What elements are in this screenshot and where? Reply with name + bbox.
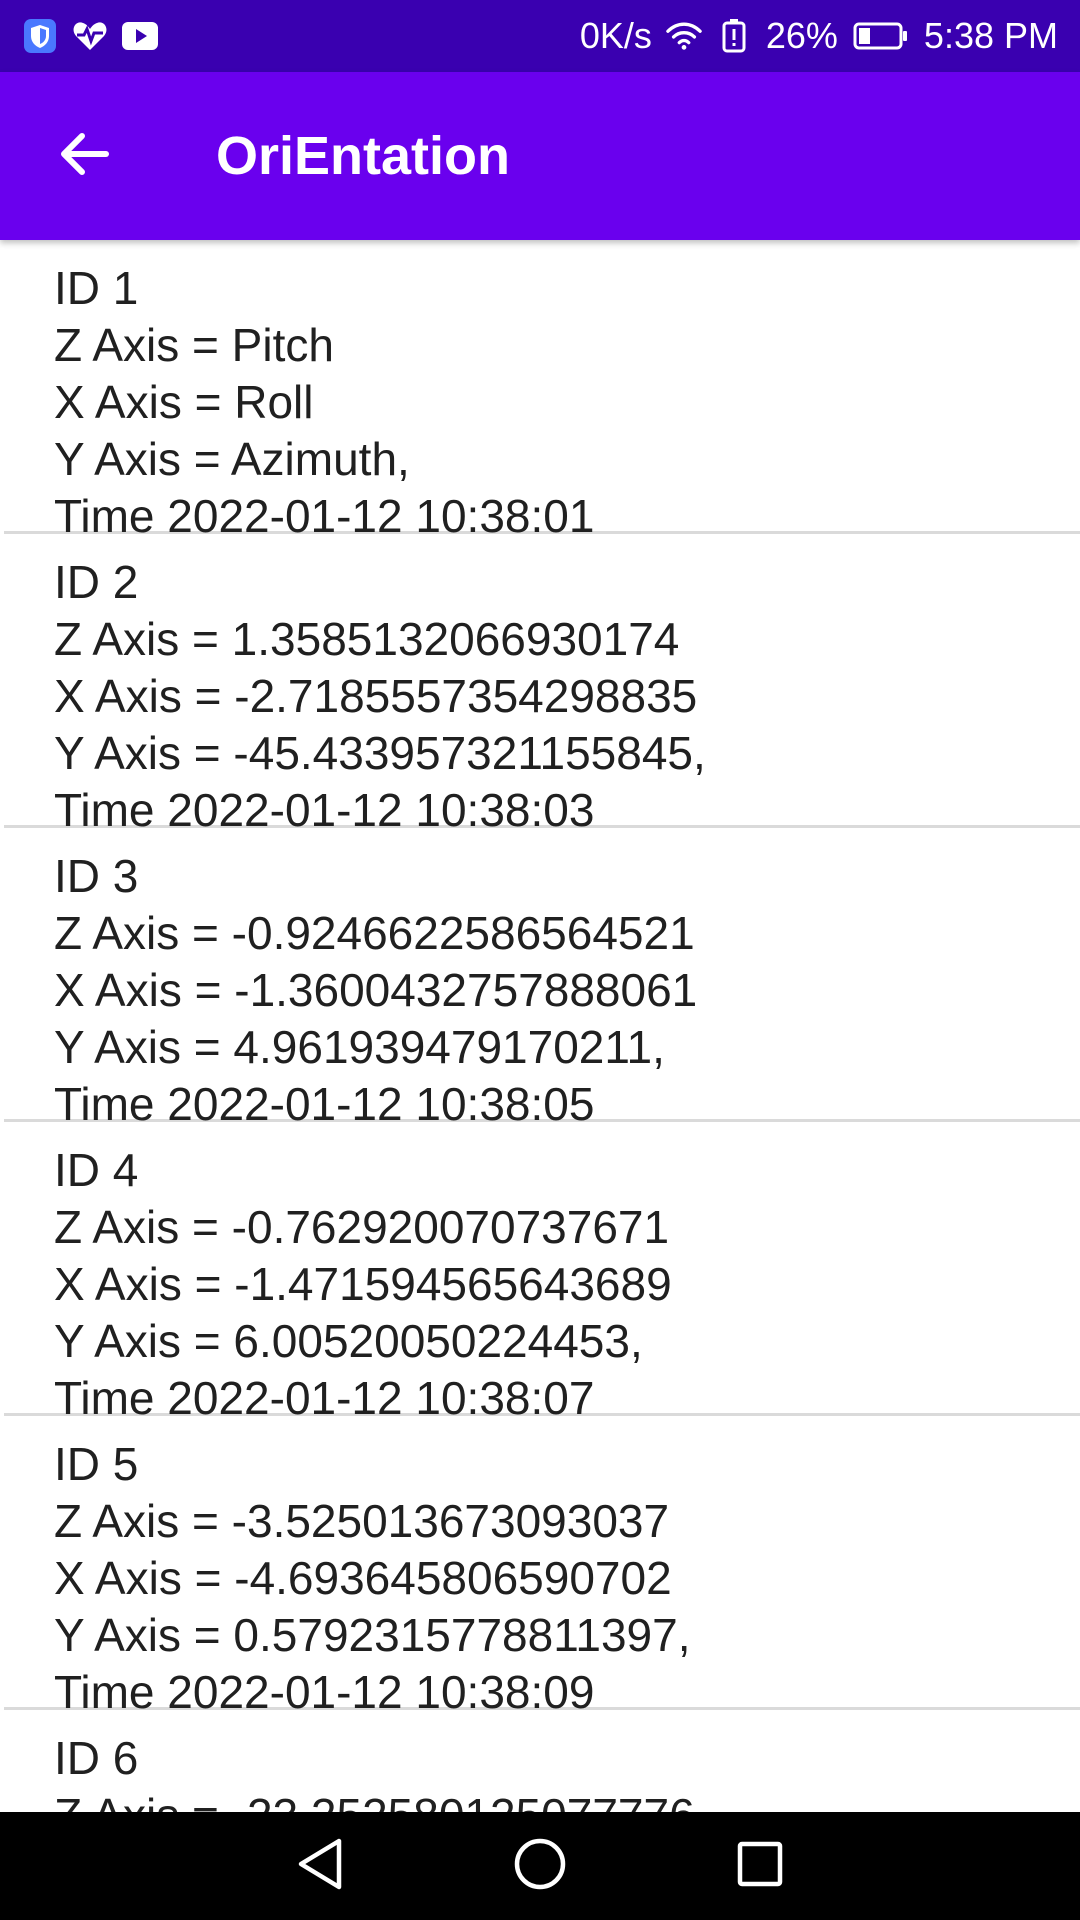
recents-square-icon <box>736 1840 784 1893</box>
record-id: ID 5 <box>54 1438 139 1490</box>
nav-home-button[interactable] <box>505 1831 575 1901</box>
nav-recents-button[interactable] <box>725 1831 795 1901</box>
record-x-axis: X Axis = Roll <box>54 376 314 428</box>
record-x-axis: X Axis = -4.693645806590702 <box>54 1552 672 1604</box>
list-item[interactable]: ID 1 Z Axis = Pitch X Axis = Roll Y Axis… <box>4 240 1080 542</box>
list-item[interactable]: ID 6 Z Axis = -23.252580125077776 <box>4 1710 1080 1812</box>
record-z-axis: Z Axis = -3.525013673093037 <box>54 1495 670 1547</box>
record-id: ID 6 <box>54 1732 139 1784</box>
record-z-axis: Z Axis = -23.252580125077776 <box>54 1787 1080 1812</box>
record-id: ID 3 <box>54 850 139 902</box>
orientation-list[interactable]: ID 1 Z Axis = Pitch X Axis = Roll Y Axis… <box>0 240 1080 1812</box>
status-right: 0K/s 26% 5:38 PM <box>580 18 1058 54</box>
network-speed: 0K/s <box>579 15 652 56</box>
record-z-axis: Z Axis = 1.3585132066930174 <box>54 613 680 665</box>
record-y-axis: Y Axis = 6.00520050224453, <box>54 1315 643 1367</box>
record-z-axis: Z Axis = -0.762920070737671 <box>54 1201 670 1253</box>
home-circle-icon <box>513 1837 567 1896</box>
record-y-axis: Y Axis = 4.961939479170211, <box>54 1021 665 1073</box>
back-button[interactable] <box>40 112 128 200</box>
status-left-icons <box>22 18 158 54</box>
record-id: ID 2 <box>54 556 139 608</box>
record-x-axis: X Axis = -1.471594565643689 <box>54 1258 672 1310</box>
record-z-axis: Z Axis = Pitch <box>54 319 334 371</box>
clock: 5:38 PM <box>923 15 1058 56</box>
arrow-left-icon <box>58 131 110 182</box>
list-item[interactable]: ID 2 Z Axis = 1.3585132066930174 X Axis … <box>4 534 1080 836</box>
page-title: OriEntation <box>216 126 510 186</box>
status-bar: 0K/s 26% 5:38 PM <box>0 0 1080 72</box>
heart-pulse-icon <box>72 18 108 54</box>
battery-alert-icon <box>716 18 752 54</box>
record-x-axis: X Axis = -1.3600432757888061 <box>54 964 698 1016</box>
navigation-bar <box>0 1812 1080 1920</box>
record-z-axis: Z Axis = -0.9246622586564521 <box>54 907 695 959</box>
record-y-axis: Y Axis = 0.5792315778811397, <box>54 1609 691 1661</box>
record-id: ID 4 <box>54 1144 139 1196</box>
shield-icon <box>22 18 58 54</box>
app-bar: OriEntation <box>0 72 1080 240</box>
back-triangle-icon <box>295 1837 345 1896</box>
battery-percent: 26% <box>765 15 838 56</box>
youtube-icon <box>122 18 158 54</box>
nav-back-button[interactable] <box>285 1831 355 1901</box>
record-y-axis: Y Axis = Azimuth, <box>54 433 410 485</box>
battery-icon <box>852 18 910 54</box>
list-item[interactable]: ID 4 Z Axis = -0.762920070737671 X Axis … <box>4 1122 1080 1424</box>
record-x-axis: X Axis = -2.7185557354298835 <box>54 670 698 722</box>
record-id: ID 1 <box>54 262 139 314</box>
record-y-axis: Y Axis = -45.433957321155845, <box>54 727 706 779</box>
list-item[interactable]: ID 3 Z Axis = -0.9246622586564521 X Axis… <box>4 828 1080 1130</box>
wifi-icon <box>666 18 702 54</box>
list-item[interactable]: ID 5 Z Axis = -3.525013673093037 X Axis … <box>4 1416 1080 1718</box>
